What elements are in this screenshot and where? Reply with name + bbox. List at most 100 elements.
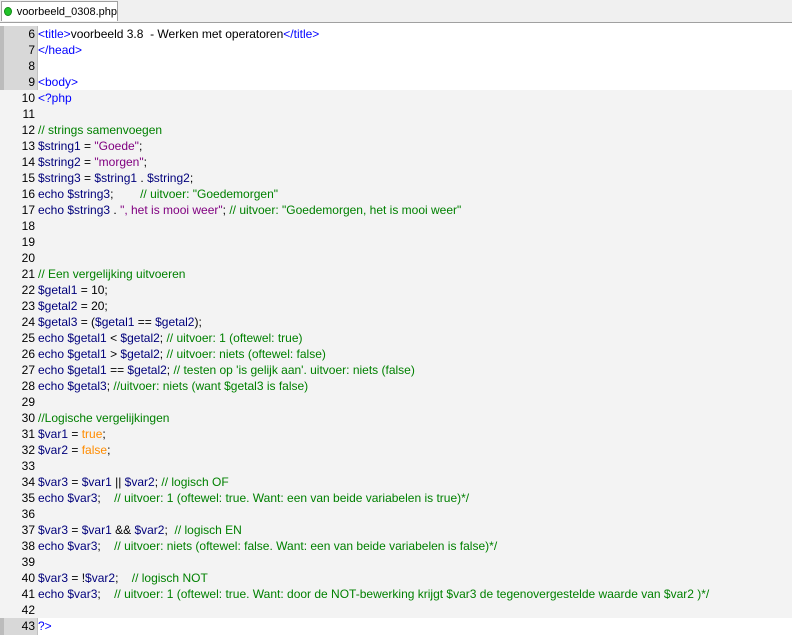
code-line[interactable]: 27 echo $getal1 == $getal2; // testen op … (0, 362, 792, 378)
code-token: $var1 (81, 475, 112, 489)
code-token: ; (110, 187, 141, 201)
code-line[interactable]: 40 $var3 = !$var2; // logisch NOT (0, 570, 792, 586)
line-number: 12 (21, 123, 35, 137)
code-token: echo (38, 203, 68, 217)
code-token: $var1 (81, 523, 112, 537)
code-text: echo $getal1 > $getal2; // uitvoer: niet… (38, 346, 326, 362)
code-lines: 6 <title>voorbeeld 3.8 - Werken met opera… (0, 26, 792, 635)
code-token: echo (38, 347, 68, 361)
code-token: $string3 (38, 171, 81, 185)
line-number: 9 (28, 75, 35, 89)
code-line[interactable]: 36 (0, 506, 792, 522)
code-line[interactable]: 24 $getal3 = ($getal1 == $getal2); (0, 314, 792, 330)
line-number: 26 (21, 347, 35, 361)
code-line[interactable]: 19 (0, 234, 792, 250)
line-number: 29 (21, 395, 35, 409)
line-number: 17 (21, 203, 35, 217)
code-token: $string3 (67, 203, 111, 217)
code-line[interactable]: 41 echo $var3; // uitvoer: 1 (oftewel: tr… (0, 586, 792, 602)
code-line[interactable]: 18 (0, 218, 792, 234)
code-line[interactable]: 35 echo $var3; // uitvoer: 1 (oftewel: tr… (0, 490, 792, 506)
code-line[interactable]: 33 (0, 458, 792, 474)
code-token: ; (143, 155, 147, 169)
code-token: = (80, 139, 95, 153)
code-line[interactable]: 34 $var3 = $var1 || $var2; // logisch OF (0, 474, 792, 490)
code-text: <body> (38, 74, 78, 90)
code-token: </head> (38, 43, 83, 57)
code-text: $var3 = $var1 && $var2; // logisch EN (38, 522, 242, 538)
code-token: > (106, 347, 121, 361)
code-token: ; (97, 587, 115, 601)
line-number: 15 (21, 171, 35, 185)
code-token: 10 (91, 283, 105, 297)
code-text: echo $getal1 < $getal2; // uitvoer: 1 (o… (38, 330, 303, 346)
code-token: echo (38, 187, 68, 201)
code-line[interactable]: 23 $getal2 = 20; (0, 298, 792, 314)
code-token: echo (38, 539, 68, 553)
line-number: 37 (21, 523, 35, 537)
code-token: ; (97, 491, 115, 505)
code-line[interactable]: 43 ?> (0, 618, 792, 634)
line-number: 25 (21, 331, 35, 345)
code-line[interactable]: 22 $getal1 = 10; (0, 282, 792, 298)
code-token: = (80, 155, 95, 169)
code-line[interactable]: 8 (0, 58, 792, 74)
line-number: 20 (21, 251, 35, 265)
line-number: 40 (21, 571, 35, 585)
code-text: // Een vergelijking uitvoeren (38, 266, 185, 282)
tab-bar: voorbeeld_0308.php (0, 0, 792, 23)
code-line[interactable]: 32 $var2 = false; (0, 442, 792, 458)
code-line[interactable]: 21// Een vergelijking uitvoeren (0, 266, 792, 282)
code-token: = (77, 299, 92, 313)
code-token: ; (164, 523, 175, 537)
code-line[interactable]: 15 $string3 = $string1 . $string2; (0, 170, 792, 186)
code-token: $var1 (38, 427, 69, 441)
code-line[interactable]: 42 (0, 602, 792, 618)
code-line[interactable]: 20 (0, 250, 792, 266)
code-token: // uitvoer: niets (oftewel: false. Want:… (114, 539, 498, 553)
code-line[interactable]: 12// strings samenvoegen (0, 122, 792, 138)
code-token: 20 (91, 299, 105, 313)
code-line[interactable]: 13 $string1 = "Goede"; (0, 138, 792, 154)
code-line[interactable]: 10 <?php (0, 90, 792, 106)
code-line[interactable]: 37 $var3 = $var1 && $var2; // logisch EN (0, 522, 792, 538)
code-token: // testen op 'is gelijk aan'. uitvoer: n… (173, 363, 415, 377)
code-line[interactable]: 28 echo $getal3; //uitvoer: niets (want $… (0, 378, 792, 394)
code-token: "morgen" (94, 155, 144, 169)
code-token: // logisch EN (174, 523, 242, 537)
code-token: <?php (38, 91, 72, 105)
code-line[interactable]: 14 $string2 = "morgen"; (0, 154, 792, 170)
code-line[interactable]: 7 </head> (0, 42, 792, 58)
line-number: 24 (21, 315, 35, 329)
file-tab[interactable]: voorbeeld_0308.php (1, 1, 118, 21)
code-text: echo $getal3; //uitvoer: niets (want $ge… (38, 378, 308, 394)
code-line[interactable]: 16 echo $string3; // uitvoer: "Goedemorge… (0, 186, 792, 202)
code-text: $getal3 = ($getal1 == $getal2); (38, 314, 202, 330)
code-token: $var3 (38, 475, 69, 489)
code-line[interactable]: 38 echo $var3; // uitvoer: niets (oftewel… (0, 538, 792, 554)
code-token: // Een vergelijking uitvoeren (38, 267, 186, 281)
code-token: $var2 (124, 475, 155, 489)
code-line[interactable]: 30//Logische vergelijkingen (0, 410, 792, 426)
code-line[interactable]: 39 (0, 554, 792, 570)
code-token: = (80, 171, 95, 185)
code-line[interactable]: 11 (0, 106, 792, 122)
line-number: 27 (21, 363, 35, 377)
code-token: == (134, 315, 156, 329)
code-token: . (137, 171, 148, 185)
code-line[interactable]: 9 <body> (0, 74, 792, 90)
code-token: //Logische vergelijkingen (38, 411, 170, 425)
code-line[interactable]: 17 echo $string3 . ", het is mooi weer"; … (0, 202, 792, 218)
code-text: echo $var3; // uitvoer: 1 (oftewel: true… (38, 490, 469, 506)
code-line[interactable]: 31 $var1 = true; (0, 426, 792, 442)
code-line[interactable]: 29 (0, 394, 792, 410)
code-line[interactable]: 6 <title>voorbeeld 3.8 - Werken met opera… (0, 26, 792, 42)
code-line[interactable]: 26 echo $getal1 > $getal2; // uitvoer: ni… (0, 346, 792, 362)
code-line[interactable]: 25 echo $getal1 < $getal2; // uitvoer: 1 … (0, 330, 792, 346)
code-token: == (106, 363, 128, 377)
code-token: echo (38, 587, 68, 601)
code-token: echo (38, 331, 68, 345)
code-text: <?php (38, 90, 72, 106)
code-text: //Logische vergelijkingen (38, 410, 169, 426)
code-editor[interactable]: 6 <title>voorbeeld 3.8 - Werken met opera… (0, 26, 792, 635)
